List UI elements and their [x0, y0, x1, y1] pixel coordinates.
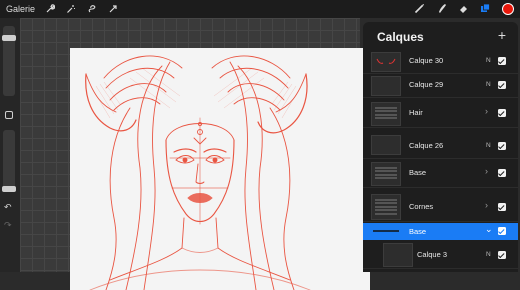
top-toolbar: Galerie [0, 0, 520, 18]
visibility-checkbox[interactable] [498, 227, 506, 235]
group-thumbnail [371, 102, 401, 126]
left-sidebar: ↶ ↷ [0, 18, 20, 272]
transform-icon[interactable] [107, 3, 119, 15]
layer-name: Base [409, 227, 427, 236]
magic-wand-icon[interactable] [65, 3, 77, 15]
opacity-slider[interactable] [3, 130, 15, 192]
wrench-icon[interactable] [44, 3, 56, 15]
layer-name: Calque 30 [409, 56, 444, 65]
blend-mode[interactable]: N [486, 251, 491, 258]
visibility-checkbox[interactable] [498, 169, 506, 177]
layer-thumbnail [371, 135, 401, 155]
gallery-button[interactable]: Galerie [6, 4, 35, 14]
blend-mode[interactable]: N [486, 142, 491, 149]
layer-group-row[interactable]: Cornes › [363, 192, 518, 222]
smudge-icon[interactable] [436, 3, 447, 16]
color-swatch[interactable] [502, 3, 514, 15]
layer-name: Calque 29 [409, 80, 444, 89]
layer-name: Base [409, 168, 427, 177]
layer-group-row-selected[interactable]: Base ⌄ [363, 223, 518, 240]
selection-icon[interactable] [86, 3, 98, 15]
group-thumbnail [371, 194, 401, 220]
drawing-canvas[interactable] [70, 48, 370, 290]
visibility-checkbox[interactable] [498, 142, 506, 150]
chevron-right-icon[interactable]: › [485, 166, 488, 176]
eyedropper-button[interactable] [5, 111, 13, 119]
visibility-checkbox[interactable] [498, 251, 506, 259]
layers-panel-title: Calques [377, 30, 424, 44]
eraser-icon[interactable] [458, 3, 469, 16]
layers-panel: Calques + Calque 30 N Calque 29 N Hair ›… [363, 22, 518, 272]
group-thumbnail [371, 162, 401, 186]
opacity-handle[interactable] [2, 186, 16, 192]
layers-panel-header: Calques + [363, 22, 518, 50]
workspace [20, 18, 370, 290]
layer-group-row[interactable]: Base › [363, 160, 518, 188]
blend-mode[interactable]: N [486, 57, 491, 64]
chevron-down-icon[interactable]: ⌄ [485, 224, 493, 235]
layer-name: Cornes [409, 202, 434, 211]
layer-thumbnail [383, 243, 413, 267]
visibility-checkbox[interactable] [498, 81, 506, 89]
layer-row[interactable]: Calque 26 N [363, 133, 518, 159]
toolbar-right [414, 0, 514, 18]
toolbar-left: Galerie [6, 3, 119, 15]
blend-mode[interactable]: N [486, 81, 491, 88]
layer-name: Calque 3 [417, 250, 448, 259]
layer-thumbnail [371, 52, 401, 72]
visibility-checkbox[interactable] [498, 57, 506, 65]
layer-row[interactable]: Calque 30 N [363, 50, 518, 74]
group-thumbnail [371, 224, 401, 239]
redo-icon[interactable]: ↷ [4, 220, 12, 231]
layer-thumbnail [371, 76, 401, 96]
layer-name: Calque 26 [409, 141, 444, 150]
brush-size-handle[interactable] [2, 35, 16, 41]
add-layer-button[interactable]: + [498, 27, 506, 43]
layer-row[interactable]: Calque 29 N [363, 74, 518, 98]
visibility-checkbox[interactable] [498, 109, 506, 117]
layer-row[interactable]: Calque 3 N [363, 241, 518, 269]
brush-icon[interactable] [414, 3, 425, 16]
layer-group-row[interactable]: Hair › [363, 100, 518, 128]
sketch-artwork [85, 55, 311, 290]
layer-name: Hair [409, 108, 423, 117]
undo-icon[interactable]: ↶ [4, 202, 12, 213]
chevron-right-icon[interactable]: › [485, 106, 488, 116]
chevron-right-icon[interactable]: › [485, 200, 488, 210]
layers-icon[interactable] [480, 3, 491, 16]
visibility-checkbox[interactable] [498, 203, 506, 211]
